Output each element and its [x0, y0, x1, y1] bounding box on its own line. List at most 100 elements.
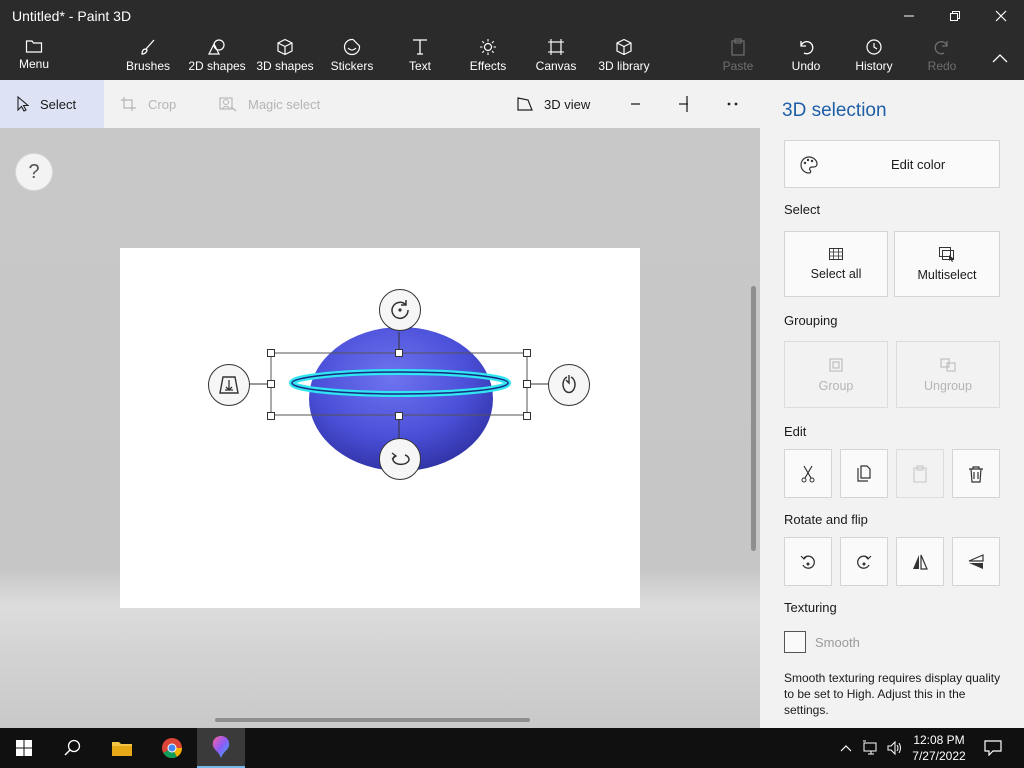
paste-button[interactable]: Paste [718, 32, 758, 80]
text-button[interactable]: Text [396, 32, 444, 80]
volume-icon [887, 740, 901, 756]
flip-vertical-icon [968, 553, 984, 569]
selection-toolbar: Select Crop Magic select 3D view [0, 80, 760, 128]
edit-color-button[interactable]: Edit color [784, 140, 1000, 188]
brushes-button[interactable]: Brushes [122, 32, 174, 80]
undo-icon [800, 41, 814, 55]
resize-handle[interactable] [523, 349, 531, 357]
redo-icon [934, 41, 948, 55]
paint-3d-taskbar-button[interactable] [197, 728, 245, 768]
ungroup-button[interactable]: Ungroup [896, 341, 1000, 408]
start-button[interactable] [0, 728, 48, 768]
minimize-icon [904, 15, 914, 17]
search-button[interactable] [48, 728, 96, 768]
crop-label: Crop [148, 96, 177, 112]
resize-handle[interactable] [267, 380, 275, 388]
multiselect-button[interactable]: Multiselect [894, 231, 1000, 297]
magic-select-label: Magic select [248, 96, 321, 112]
rotate-right-icon [857, 555, 872, 569]
rotate-right-button[interactable] [840, 537, 888, 586]
cut-button[interactable] [784, 449, 832, 498]
canvas-button[interactable]: Canvas [532, 32, 580, 80]
collapse-ribbon-button[interactable] [986, 32, 1014, 80]
effects-button[interactable]: Effects [464, 32, 512, 80]
paste-icon [731, 38, 745, 56]
resize-handle[interactable] [267, 349, 275, 357]
copy-button[interactable] [840, 449, 888, 498]
network-button[interactable] [860, 728, 882, 768]
shapes-2d-button[interactable]: 2D shapes [186, 32, 248, 80]
history-button[interactable]: History [850, 32, 898, 80]
flip-horizontal-icon [913, 554, 928, 570]
history-label: History [855, 59, 893, 73]
stickers-button[interactable]: Stickers [326, 32, 378, 80]
delete-button[interactable] [952, 449, 1000, 498]
file-explorer-icon [112, 742, 132, 756]
shapes-3d-button[interactable]: 3D shapes [254, 32, 316, 80]
main-toolbar: Menu Brushes 2D shapes 3D shapes Sticker… [0, 32, 1024, 80]
resize-handle[interactable] [267, 412, 275, 420]
texturing-section-label: Texturing [784, 600, 837, 615]
vertical-scrollbar[interactable] [751, 286, 756, 551]
select-section-label: Select [784, 202, 821, 217]
resize-handle[interactable] [395, 412, 403, 420]
rotate-flip-section-label: Rotate and flip [784, 512, 868, 527]
rotate-x-handle[interactable] [379, 438, 421, 480]
paste-button-panel[interactable] [896, 449, 944, 498]
select-all-button[interactable]: Select all [784, 231, 888, 297]
view-3d-toggle[interactable]: 3D view [516, 80, 606, 128]
redo-button[interactable]: Redo [922, 32, 962, 80]
close-button[interactable] [978, 0, 1024, 32]
stickers-label: Stickers [330, 59, 374, 73]
undo-button[interactable]: Undo [786, 32, 826, 80]
workspace[interactable]: ? [0, 128, 760, 728]
more-options-button[interactable] [726, 80, 748, 128]
close-icon [995, 10, 1007, 22]
cursor-icon [17, 96, 30, 112]
file-explorer-button[interactable] [98, 728, 146, 768]
rotate-y-icon [562, 375, 576, 394]
resize-handle[interactable] [523, 380, 531, 388]
magic-select-icon [219, 97, 237, 112]
crop-tool[interactable]: Crop [118, 80, 198, 128]
show-hidden-icons-button[interactable] [836, 728, 856, 768]
restore-button[interactable] [932, 0, 978, 32]
redo-label: Redo [927, 59, 957, 73]
multiselect-label: Multiselect [917, 268, 977, 282]
horizontal-scrollbar[interactable] [215, 718, 530, 722]
menu-label: Menu [18, 57, 50, 71]
chrome-button[interactable] [148, 728, 196, 768]
flip-vertical-button[interactable] [952, 537, 1000, 586]
smooth-checkbox[interactable] [784, 631, 806, 653]
magic-select-tool[interactable]: Magic select [216, 80, 336, 128]
resize-handle[interactable] [523, 412, 531, 420]
notifications-button[interactable] [978, 728, 1008, 768]
resize-handle[interactable] [395, 349, 403, 357]
clock[interactable]: 12:08 PM 7/27/2022 [906, 732, 972, 764]
library-3d-button[interactable]: 3D library [594, 32, 654, 80]
volume-button[interactable] [884, 728, 906, 768]
select-all-label: Select all [810, 267, 862, 281]
smooth-note: Smooth texturing requires display qualit… [784, 671, 1001, 717]
rotate-z-handle[interactable] [379, 289, 421, 331]
flip-horizontal-button[interactable] [896, 537, 944, 586]
minimize-button[interactable] [886, 0, 932, 32]
edit-section-label: Edit [784, 424, 807, 439]
windows-icon [16, 740, 32, 756]
zoom-in-button[interactable] [678, 80, 698, 128]
side-panel: 3D selection Edit color Select Select al… [760, 80, 1024, 728]
text-icon [413, 39, 427, 55]
paste-label: Paste [722, 59, 754, 73]
rotate-y-handle[interactable] [548, 364, 590, 406]
help-button[interactable]: ? [15, 153, 53, 191]
select-tool[interactable]: Select [0, 80, 104, 128]
group-label: Group [818, 378, 854, 393]
zoom-out-button[interactable] [630, 80, 650, 128]
rotate-left-button[interactable] [784, 537, 832, 586]
menu-button[interactable]: Menu [10, 32, 58, 80]
group-button[interactable]: Group [784, 341, 888, 408]
panel-title: 3D selection [782, 100, 887, 121]
depth-handle[interactable] [208, 364, 250, 406]
view-3d-label: 3D view [544, 96, 591, 112]
rotate-x-icon [391, 452, 410, 466]
